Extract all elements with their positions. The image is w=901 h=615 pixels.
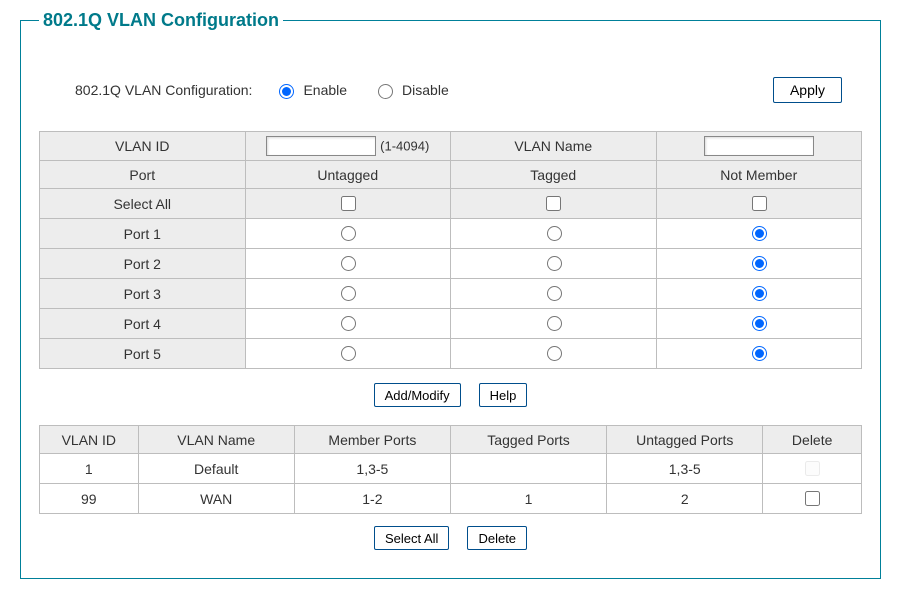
- summary-vlanname-header: VLAN Name: [138, 426, 294, 454]
- vlan-id-header: VLAN ID: [40, 132, 246, 161]
- vlan-name-header: VLAN Name: [451, 132, 657, 161]
- port-name: Port 3: [40, 279, 246, 309]
- enable-radio-group: Enable Disable: [274, 81, 448, 99]
- port-not_member-radio[interactable]: [752, 286, 767, 301]
- enable-radio-label: Enable: [303, 82, 347, 98]
- port-tagged-radio[interactable]: [547, 286, 562, 301]
- not-member-header: Not Member: [656, 161, 862, 189]
- port-not_member-radio[interactable]: [752, 226, 767, 241]
- port-header: Port: [40, 161, 246, 189]
- port-name: Port 2: [40, 249, 246, 279]
- summary-delete-header: Delete: [763, 426, 862, 454]
- summary-untaggedports-header: Untagged Ports: [607, 426, 763, 454]
- port-row: Port 4: [40, 309, 862, 339]
- port-config-table: VLAN ID (1-4094) VLAN Name Port Untagged…: [39, 131, 862, 369]
- delete-checkbox: [805, 461, 820, 476]
- port-name: Port 1: [40, 219, 246, 249]
- select-all-row: Select All: [40, 189, 862, 219]
- vlan-summary-table: VLAN ID VLAN Name Member Ports Tagged Po…: [39, 425, 862, 514]
- enable-label: 802.1Q VLAN Configuration:: [75, 82, 252, 98]
- delete-button[interactable]: Delete: [467, 526, 527, 550]
- config-button-row: Add/Modify Help: [39, 369, 862, 425]
- select-all-notmember-checkbox[interactable]: [752, 196, 767, 211]
- untagged-header: Untagged: [245, 161, 451, 189]
- select-all-label: Select All: [40, 189, 246, 219]
- vlan-id-range: (1-4094): [380, 139, 429, 154]
- summary-vlanid-header: VLAN ID: [40, 426, 139, 454]
- panel-title: 802.1Q VLAN Configuration: [39, 10, 283, 31]
- apply-button[interactable]: Apply: [773, 77, 842, 103]
- summary-cell-tagged_ports: [450, 454, 606, 484]
- delete-checkbox[interactable]: [805, 491, 820, 506]
- disable-radio-label: Disable: [402, 82, 449, 98]
- enable-radio-item[interactable]: Enable: [274, 81, 347, 99]
- select-all-button[interactable]: Select All: [374, 526, 449, 550]
- summary-cell-untagged_ports: 1,3-5: [607, 454, 763, 484]
- port-tagged-radio[interactable]: [547, 256, 562, 271]
- select-all-tagged-checkbox[interactable]: [546, 196, 561, 211]
- vlan-name-input[interactable]: [704, 136, 814, 156]
- summary-cell-member_ports: 1,3-5: [294, 454, 450, 484]
- port-row: Port 3: [40, 279, 862, 309]
- summary-cell-tagged_ports: 1: [450, 484, 606, 514]
- port-tagged-radio[interactable]: [547, 316, 562, 331]
- port-name: Port 4: [40, 309, 246, 339]
- port-role-header-row: Port Untagged Tagged Not Member: [40, 161, 862, 189]
- port-tagged-radio[interactable]: [547, 346, 562, 361]
- summary-cell-untagged_ports: 2: [607, 484, 763, 514]
- port-untagged-radio[interactable]: [341, 286, 356, 301]
- add-modify-button[interactable]: Add/Modify: [374, 383, 461, 407]
- port-untagged-radio[interactable]: [341, 346, 356, 361]
- summary-cell-member_ports: 1-2: [294, 484, 450, 514]
- enable-row: 802.1Q VLAN Configuration: Enable Disabl…: [39, 51, 862, 131]
- port-row: Port 5: [40, 339, 862, 369]
- port-untagged-radio[interactable]: [341, 226, 356, 241]
- summary-cell-vlan_id: 1: [40, 454, 139, 484]
- summary-row: 99WAN1-212: [40, 484, 862, 514]
- port-tagged-radio[interactable]: [547, 226, 562, 241]
- port-row: Port 1: [40, 219, 862, 249]
- vlan-id-input-cell: (1-4094): [245, 132, 451, 161]
- port-row: Port 2: [40, 249, 862, 279]
- port-name: Port 5: [40, 339, 246, 369]
- port-not_member-radio[interactable]: [752, 316, 767, 331]
- port-not_member-radio[interactable]: [752, 256, 767, 271]
- summary-button-row: Select All Delete: [39, 514, 862, 554]
- help-button[interactable]: Help: [479, 383, 528, 407]
- summary-cell-vlan_id: 99: [40, 484, 139, 514]
- select-all-untagged-checkbox[interactable]: [341, 196, 356, 211]
- vlan-id-row: VLAN ID (1-4094) VLAN Name: [40, 132, 862, 161]
- disable-radio-item[interactable]: Disable: [373, 81, 449, 99]
- vlan-config-panel: 802.1Q VLAN Configuration 802.1Q VLAN Co…: [20, 10, 881, 579]
- vlan-id-input[interactable]: [266, 136, 376, 156]
- enable-radio[interactable]: [279, 84, 294, 99]
- port-not_member-radio[interactable]: [752, 346, 767, 361]
- port-untagged-radio[interactable]: [341, 316, 356, 331]
- summary-header-row: VLAN ID VLAN Name Member Ports Tagged Po…: [40, 426, 862, 454]
- summary-row: 1Default1,3-51,3-5: [40, 454, 862, 484]
- disable-radio[interactable]: [378, 84, 393, 99]
- port-untagged-radio[interactable]: [341, 256, 356, 271]
- vlan-name-input-cell: [656, 132, 862, 161]
- summary-taggedports-header: Tagged Ports: [450, 426, 606, 454]
- summary-cell-vlan_name: WAN: [138, 484, 294, 514]
- tagged-header: Tagged: [451, 161, 657, 189]
- summary-memberports-header: Member Ports: [294, 426, 450, 454]
- summary-cell-vlan_name: Default: [138, 454, 294, 484]
